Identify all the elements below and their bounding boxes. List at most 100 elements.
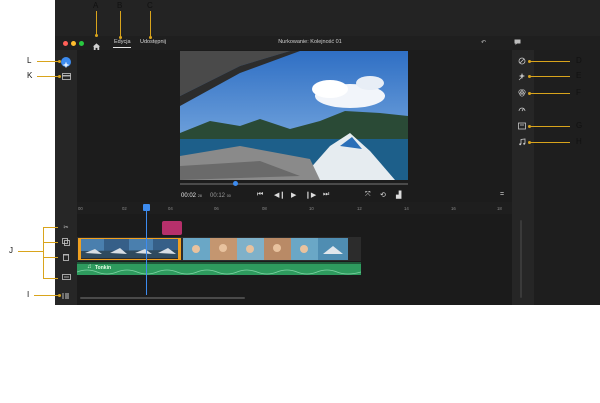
titles-icon[interactable] bbox=[517, 122, 527, 132]
comment-icon[interactable] bbox=[514, 39, 521, 47]
close-window-button[interactable] bbox=[63, 41, 68, 46]
audio-clip-label: Tonkin bbox=[95, 265, 112, 271]
ruler-tick: 10 bbox=[309, 206, 314, 211]
ruler-tick: 06 bbox=[214, 206, 219, 211]
loop-icon[interactable]: ⟲ bbox=[380, 191, 386, 199]
callout-b: B bbox=[117, 1, 123, 10]
track-list-icon[interactable] bbox=[61, 292, 71, 302]
callout-l: L bbox=[27, 56, 32, 65]
panel-menu-icon[interactable]: = bbox=[500, 191, 504, 198]
callout-b-line bbox=[120, 11, 121, 37]
video-preview bbox=[180, 51, 408, 180]
delete-icon[interactable] bbox=[61, 253, 71, 263]
fit-icon[interactable]: ⤧ bbox=[365, 191, 371, 199]
callout-i-dot bbox=[58, 294, 61, 297]
audio-note-icon: ♫ bbox=[87, 264, 92, 270]
ruler-tick: 14 bbox=[404, 206, 409, 211]
current-timecode: 00:02 28 bbox=[181, 193, 202, 199]
callout-j-tick-3 bbox=[43, 257, 58, 258]
callout-g-line bbox=[530, 126, 570, 127]
ruler-tick: 16 bbox=[451, 206, 456, 211]
volume-meter-icon[interactable]: ▟ bbox=[396, 191, 401, 199]
ruler-tick: 18 bbox=[497, 206, 502, 211]
callout-g: G bbox=[576, 121, 583, 130]
callout-h-dot bbox=[528, 141, 531, 144]
effects-icon[interactable] bbox=[517, 72, 527, 83]
tab-edit[interactable]: Edycja bbox=[114, 39, 131, 45]
step-forward-icon[interactable]: ❙▶ bbox=[305, 191, 316, 199]
callout-k-line bbox=[37, 76, 59, 77]
timeline-vertical-scrollbar[interactable] bbox=[520, 220, 522, 298]
go-to-start-icon[interactable]: ⏮ bbox=[257, 191, 263, 199]
playhead-line[interactable] bbox=[146, 205, 147, 295]
callout-i-line bbox=[34, 295, 59, 296]
clip-trim-handle-right[interactable] bbox=[178, 238, 181, 260]
callout-c: C bbox=[147, 1, 153, 10]
callout-j-tick-1 bbox=[43, 227, 58, 228]
home-icon[interactable] bbox=[92, 38, 101, 51]
media-library-icon[interactable] bbox=[61, 73, 71, 82]
go-to-end-icon[interactable]: ⏭ bbox=[323, 191, 329, 199]
audio-icon[interactable] bbox=[517, 138, 527, 148]
ruler-tick: 00 bbox=[78, 206, 83, 211]
callout-a-line bbox=[96, 11, 97, 35]
video-clip-selected[interactable] bbox=[79, 238, 180, 260]
speed-icon[interactable] bbox=[517, 105, 527, 115]
duplicate-icon[interactable] bbox=[61, 238, 71, 248]
add-media-button[interactable] bbox=[61, 57, 71, 68]
audio-track[interactable] bbox=[76, 262, 362, 275]
callout-j-tick-2 bbox=[43, 242, 58, 243]
callout-g-dot bbox=[528, 125, 531, 128]
callout-e-line bbox=[530, 76, 570, 77]
scrubber-handle[interactable] bbox=[233, 181, 238, 186]
callout-c-dot bbox=[149, 36, 152, 39]
callout-j-bracket bbox=[43, 227, 44, 279]
ruler-tick: 12 bbox=[357, 206, 362, 211]
tab-edit-underline bbox=[113, 47, 131, 48]
playhead-handle[interactable] bbox=[143, 204, 150, 211]
video-clip[interactable] bbox=[183, 238, 348, 260]
caption-icon[interactable] bbox=[61, 274, 71, 282]
ruler-tick: 02 bbox=[122, 206, 127, 211]
project-title: Nurkowanie: Kolejność 01 bbox=[278, 39, 342, 45]
callout-f-dot bbox=[528, 92, 531, 95]
ruler-tick: 04 bbox=[168, 206, 173, 211]
callout-l-dot bbox=[58, 60, 61, 63]
callout-j: J bbox=[9, 246, 13, 255]
tab-share[interactable]: Udostępnij bbox=[140, 39, 166, 45]
callout-d-line bbox=[530, 61, 570, 62]
callout-a-dot bbox=[95, 34, 98, 37]
callout-c-line bbox=[150, 11, 151, 37]
callout-f-line bbox=[530, 93, 570, 94]
callout-j-line bbox=[18, 251, 43, 252]
callout-i: I bbox=[27, 290, 30, 299]
callout-l-line bbox=[37, 61, 59, 62]
callout-h: H bbox=[576, 137, 582, 146]
callout-h-line bbox=[530, 142, 570, 143]
maximize-window-button[interactable] bbox=[79, 41, 84, 46]
undo-icon[interactable]: ↶ bbox=[481, 39, 486, 46]
callout-e: E bbox=[576, 71, 582, 80]
step-back-icon[interactable]: ◀❙ bbox=[274, 191, 285, 199]
callout-f: F bbox=[576, 88, 581, 97]
callout-k: K bbox=[27, 71, 33, 80]
color-icon[interactable] bbox=[517, 89, 527, 99]
scissors-icon[interactable]: ✂ bbox=[61, 224, 71, 231]
clip-trim-handle-left[interactable] bbox=[78, 238, 81, 260]
callout-d: D bbox=[576, 56, 582, 65]
callout-d-dot bbox=[528, 60, 531, 63]
callout-a: A bbox=[93, 1, 99, 10]
total-duration: 00:12 00 bbox=[210, 193, 231, 199]
left-toolbar bbox=[55, 50, 77, 305]
right-panel-background bbox=[534, 50, 600, 305]
minimize-window-button[interactable] bbox=[71, 41, 76, 46]
ruler-tick: 08 bbox=[262, 206, 267, 211]
timeline-horizontal-scrollbar[interactable] bbox=[80, 297, 245, 299]
callout-k-dot bbox=[58, 75, 61, 78]
timeline-marker[interactable] bbox=[162, 221, 182, 235]
transform-icon[interactable] bbox=[517, 57, 527, 67]
callout-j-tick-4 bbox=[43, 278, 58, 279]
callout-e-dot bbox=[528, 75, 531, 78]
play-icon[interactable]: ▶ bbox=[291, 191, 296, 199]
scrubber-track[interactable] bbox=[180, 183, 408, 185]
